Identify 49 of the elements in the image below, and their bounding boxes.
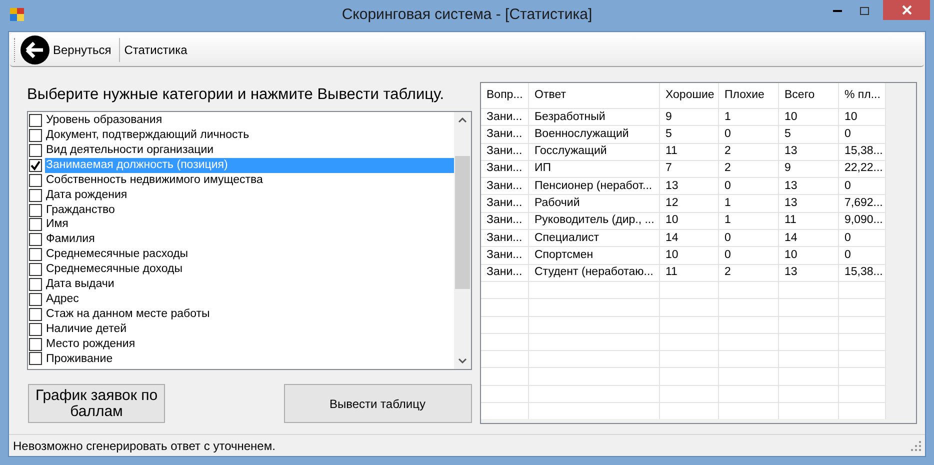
scrollbar-thumb[interactable] (454, 156, 470, 290)
category-item[interactable]: Стаж на данном месте работы (28, 306, 454, 322)
checkmark-icon (30, 160, 41, 171)
checkbox[interactable] (29, 352, 42, 366)
checkbox[interactable] (29, 308, 42, 321)
checkbox[interactable] (29, 263, 42, 276)
checkbox[interactable] (29, 322, 42, 336)
score-chart-button[interactable]: График заявок по баллам (28, 384, 165, 424)
category-item[interactable]: Документ, подтверждающий личность (28, 128, 454, 144)
window-title: Скоринговая система - [Статистика] (342, 5, 592, 26)
category-item[interactable]: Уровень образования (28, 113, 454, 128)
category-item[interactable]: Наличие детей (28, 322, 454, 337)
checkbox[interactable] (29, 188, 42, 202)
close-button[interactable] (883, 0, 930, 20)
category-item[interactable]: Вид деятельности организации (28, 143, 454, 158)
show-table-button[interactable]: Вывести таблицу (284, 384, 472, 424)
resize-grip-icon (911, 440, 921, 450)
instruction-text: Выберите нужные категории и нажмите Вывести таблицу. (27, 85, 446, 105)
checkbox[interactable] (29, 114, 42, 128)
category-item[interactable]: Собственность недвижимого имущества (28, 172, 454, 188)
scroll-up-icon (458, 117, 466, 124)
checkbox[interactable] (29, 233, 42, 246)
checkbox[interactable] (29, 218, 42, 232)
category-item[interactable]: Имя (28, 217, 454, 232)
app-icon (10, 8, 24, 21)
checkbox[interactable] (29, 278, 42, 291)
checkbox[interactable] (29, 129, 42, 142)
category-item[interactable]: Фамилия (28, 232, 454, 248)
category-item[interactable]: Место рождения (28, 336, 454, 352)
category-item[interactable]: Адрес (28, 292, 454, 307)
category-item[interactable]: Проживание (28, 352, 454, 366)
scroll-down-icon (458, 358, 466, 364)
checkbox[interactable] (29, 248, 42, 262)
status-text: Невозможно сгенерировать ответ с уточненем. (13, 438, 276, 454)
scrollbar[interactable] (454, 112, 470, 370)
category-item[interactable]: Дата рождения (28, 188, 454, 203)
category-item[interactable]: Среднемесячные доходы (28, 262, 454, 278)
category-item[interactable]: Дата выдачи (28, 277, 454, 292)
back-button[interactable]: Вернуться (20, 34, 116, 64)
category-item[interactable]: Гражданство (28, 202, 454, 218)
checkbox[interactable] (29, 292, 42, 306)
checkbox[interactable] (29, 174, 42, 187)
toolbar-label: Статистика (124, 42, 188, 58)
category-item[interactable]: Среднемесячные расходы (28, 247, 454, 262)
checkbox[interactable] (29, 144, 42, 157)
close-icon (902, 5, 912, 15)
checkbox[interactable] (29, 158, 42, 172)
checkbox[interactable] (29, 338, 42, 351)
checkbox[interactable] (29, 204, 42, 217)
